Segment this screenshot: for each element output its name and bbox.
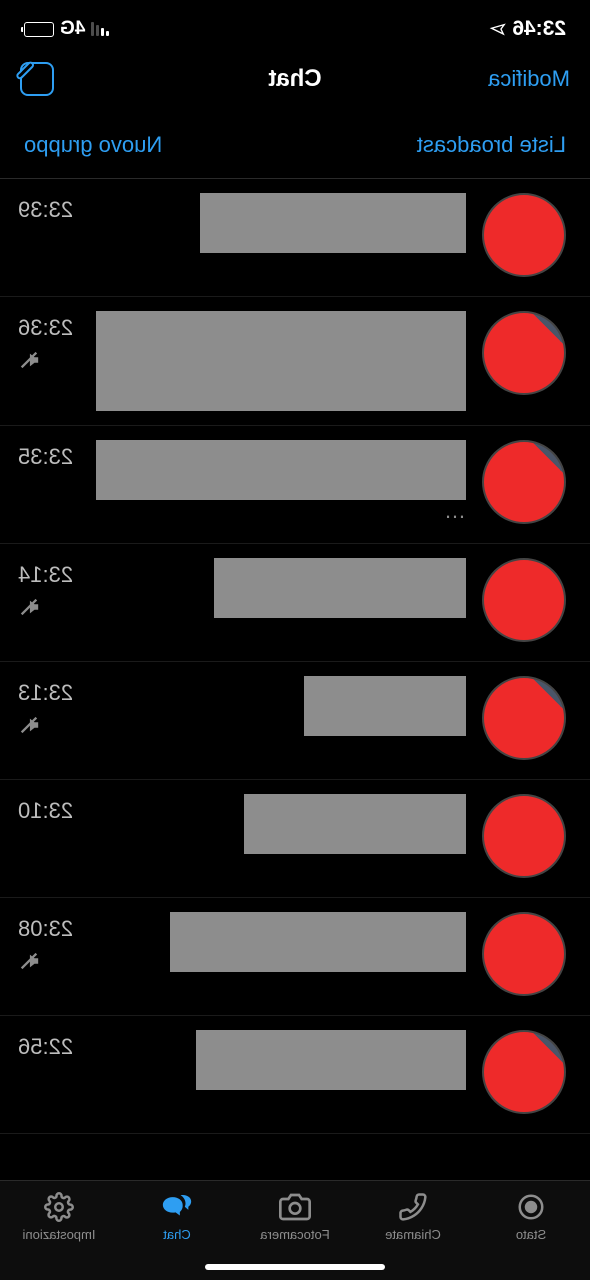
status-time: 23:46 bbox=[512, 17, 566, 41]
chat-name-redacted bbox=[170, 912, 466, 972]
avatar[interactable] bbox=[482, 440, 566, 524]
signal-icon bbox=[91, 22, 109, 36]
chat-time: 23:10 bbox=[18, 798, 73, 824]
chat-row[interactable]: 23:13 bbox=[0, 662, 590, 780]
chat-time: 23:36 bbox=[18, 315, 73, 341]
chat-time: 23:13 bbox=[18, 680, 73, 706]
mute-icon bbox=[18, 349, 40, 377]
chat-name-redacted bbox=[244, 794, 466, 854]
broadcast-lists-button[interactable]: Liste broadcast bbox=[417, 132, 566, 158]
tab-chat[interactable]: Chat bbox=[118, 1191, 236, 1242]
compose-icon[interactable] bbox=[20, 62, 54, 96]
page-title: Chat bbox=[268, 65, 321, 93]
chat-row[interactable]: 22:56 bbox=[0, 1016, 590, 1134]
chat-row[interactable]: 23:10 bbox=[0, 780, 590, 898]
avatar[interactable] bbox=[482, 311, 566, 395]
mute-icon bbox=[18, 596, 40, 624]
chat-name-redacted bbox=[214, 558, 466, 618]
avatar[interactable] bbox=[482, 193, 566, 277]
battery-icon bbox=[24, 22, 54, 37]
chat-time: 23:35 bbox=[18, 444, 73, 470]
phone-icon bbox=[398, 1191, 428, 1223]
tab-status-label: Stato bbox=[516, 1227, 546, 1242]
chat-time: 23:14 bbox=[18, 562, 73, 588]
chat-row[interactable]: 23:39 bbox=[0, 179, 590, 297]
chat-preview: … bbox=[89, 506, 466, 516]
chat-time: 22:56 bbox=[18, 1034, 73, 1060]
tab-camera-label: Fotocamera bbox=[260, 1227, 329, 1242]
chat-name-redacted bbox=[196, 1030, 466, 1090]
new-group-button[interactable]: Nuovo gruppo bbox=[24, 132, 162, 158]
chat-icon bbox=[160, 1191, 194, 1223]
avatar[interactable] bbox=[482, 912, 566, 996]
avatar[interactable] bbox=[482, 1030, 566, 1114]
status-bar: 23:46 4G bbox=[0, 0, 590, 50]
tab-calls[interactable]: Chiamate bbox=[354, 1191, 472, 1242]
chat-name-redacted bbox=[96, 440, 466, 500]
network-label: 4G bbox=[60, 18, 85, 40]
tab-chat-label: Chat bbox=[163, 1227, 190, 1242]
tab-settings-label: Impostazioni bbox=[23, 1227, 96, 1242]
tab-calls-label: Chiamate bbox=[385, 1227, 441, 1242]
nav-header: Modifica Chat bbox=[0, 50, 590, 116]
chat-name-redacted bbox=[96, 311, 466, 411]
camera-icon bbox=[279, 1191, 311, 1223]
chat-name-redacted bbox=[304, 676, 466, 736]
tab-settings[interactable]: Impostazioni bbox=[0, 1191, 118, 1242]
location-icon bbox=[489, 18, 512, 41]
home-indicator[interactable] bbox=[205, 1264, 385, 1270]
avatar[interactable] bbox=[482, 558, 566, 642]
status-icon bbox=[516, 1191, 546, 1223]
chat-row[interactable]: 23:36 bbox=[0, 297, 590, 426]
tab-status[interactable]: Stato bbox=[472, 1191, 590, 1242]
chat-row[interactable]: … 23:35 bbox=[0, 426, 590, 544]
gear-icon bbox=[44, 1191, 74, 1223]
chat-row[interactable]: 23:14 bbox=[0, 544, 590, 662]
mute-icon bbox=[18, 950, 40, 978]
chat-row[interactable]: 23:08 bbox=[0, 898, 590, 1016]
chat-list: 23:39 23:36 … 23:35 23:14 23:13 23:10 23:08 22:5… bbox=[0, 179, 590, 1134]
mute-icon bbox=[18, 714, 40, 742]
chat-time: 23:08 bbox=[18, 916, 73, 942]
sub-header: Liste broadcast Nuovo gruppo bbox=[0, 116, 590, 179]
avatar[interactable] bbox=[482, 794, 566, 878]
chat-name-redacted bbox=[200, 193, 466, 253]
chat-time: 23:39 bbox=[18, 197, 73, 223]
tab-camera[interactable]: Fotocamera bbox=[236, 1191, 354, 1242]
avatar[interactable] bbox=[482, 676, 566, 760]
edit-button[interactable]: Modifica bbox=[470, 66, 570, 92]
